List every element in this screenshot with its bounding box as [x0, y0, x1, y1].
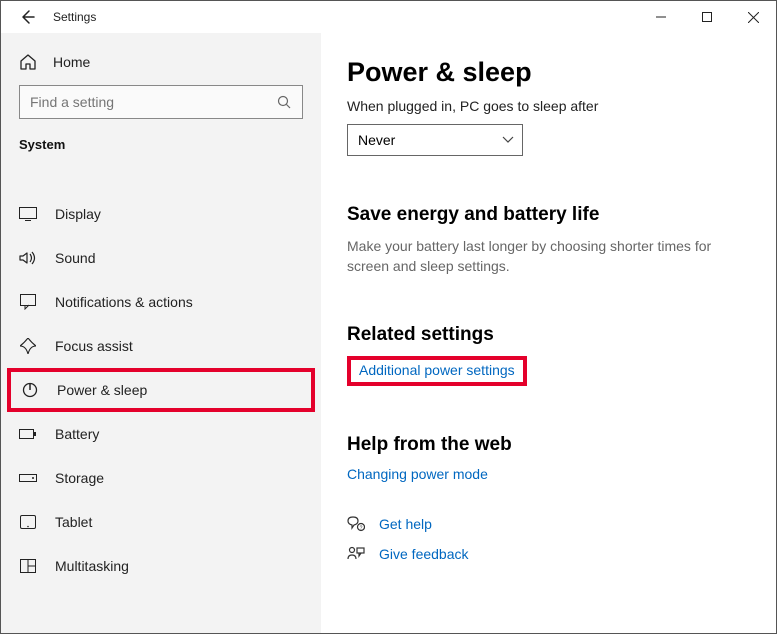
sleep-dropdown-value: Never [358, 132, 395, 148]
sidebar-item-tablet[interactable]: Tablet [1, 500, 321, 544]
svg-text:?: ? [360, 526, 363, 532]
sound-icon [19, 250, 37, 266]
titlebar: Settings [1, 1, 776, 33]
sidebar-item-battery[interactable]: Battery [1, 412, 321, 456]
home-icon [19, 53, 37, 71]
search-input[interactable] [30, 94, 277, 110]
sidebar-item-label: Tablet [55, 514, 92, 530]
sidebar-item-label: Power & sleep [57, 382, 147, 398]
multitasking-icon [19, 559, 37, 573]
sleep-label: When plugged in, PC goes to sleep after [347, 98, 776, 114]
sidebar-item-display[interactable]: Display [1, 192, 321, 236]
display-icon [19, 207, 37, 221]
get-help-link[interactable]: Get help [379, 516, 432, 532]
notifications-icon [19, 294, 37, 310]
search-icon [277, 95, 292, 110]
energy-description: Make your battery last longer by choosin… [347, 236, 727, 276]
sidebar-item-focus-assist[interactable]: Focus assist [1, 324, 321, 368]
additional-power-settings-highlight: Additional power settings [347, 356, 527, 386]
sidebar-home[interactable]: Home [19, 53, 303, 71]
sidebar-heading: System [19, 137, 303, 152]
help-heading: Help from the web [347, 434, 776, 456]
sidebar: Home System Display Sound [1, 33, 321, 633]
chevron-down-icon [502, 136, 514, 144]
sidebar-item-label: Display [55, 206, 101, 222]
energy-heading: Save energy and battery life [347, 204, 776, 226]
sidebar-item-label: Focus assist [55, 338, 133, 354]
sidebar-item-sound[interactable]: Sound [1, 236, 321, 280]
sleep-dropdown[interactable]: Never [347, 124, 523, 156]
back-icon[interactable] [19, 9, 35, 25]
get-help-row[interactable]: ? Get help [347, 516, 776, 532]
minimize-button[interactable] [638, 1, 684, 33]
sidebar-item-label: Storage [55, 470, 104, 486]
tablet-icon [19, 515, 37, 529]
focus-assist-icon [19, 338, 37, 354]
close-button[interactable] [730, 1, 776, 33]
get-help-icon: ? [347, 516, 365, 532]
storage-icon [19, 472, 37, 484]
sidebar-home-label: Home [53, 54, 90, 70]
sidebar-item-multitasking[interactable]: Multitasking [1, 544, 321, 588]
additional-power-settings-link[interactable]: Additional power settings [359, 362, 515, 378]
battery-icon [19, 428, 37, 440]
power-icon [21, 382, 39, 398]
search-input-container[interactable] [19, 85, 303, 119]
window-title: Settings [53, 10, 96, 24]
sidebar-item-label: Battery [55, 426, 99, 442]
give-feedback-row[interactable]: Give feedback [347, 546, 776, 562]
maximize-button[interactable] [684, 1, 730, 33]
feedback-icon [347, 546, 365, 562]
related-heading: Related settings [347, 324, 776, 346]
sidebar-item-storage[interactable]: Storage [1, 456, 321, 500]
sidebar-item-power-sleep[interactable]: Power & sleep [7, 368, 315, 412]
sidebar-item-label: Sound [55, 250, 95, 266]
sidebar-item-notifications[interactable]: Notifications & actions [1, 280, 321, 324]
changing-power-mode-link[interactable]: Changing power mode [347, 466, 488, 482]
give-feedback-link[interactable]: Give feedback [379, 546, 469, 562]
content-pane: Power & sleep When plugged in, PC goes t… [321, 33, 776, 633]
sidebar-item-label: Multitasking [55, 558, 129, 574]
sidebar-item-label: Notifications & actions [55, 294, 193, 310]
page-title: Power & sleep [347, 57, 776, 88]
